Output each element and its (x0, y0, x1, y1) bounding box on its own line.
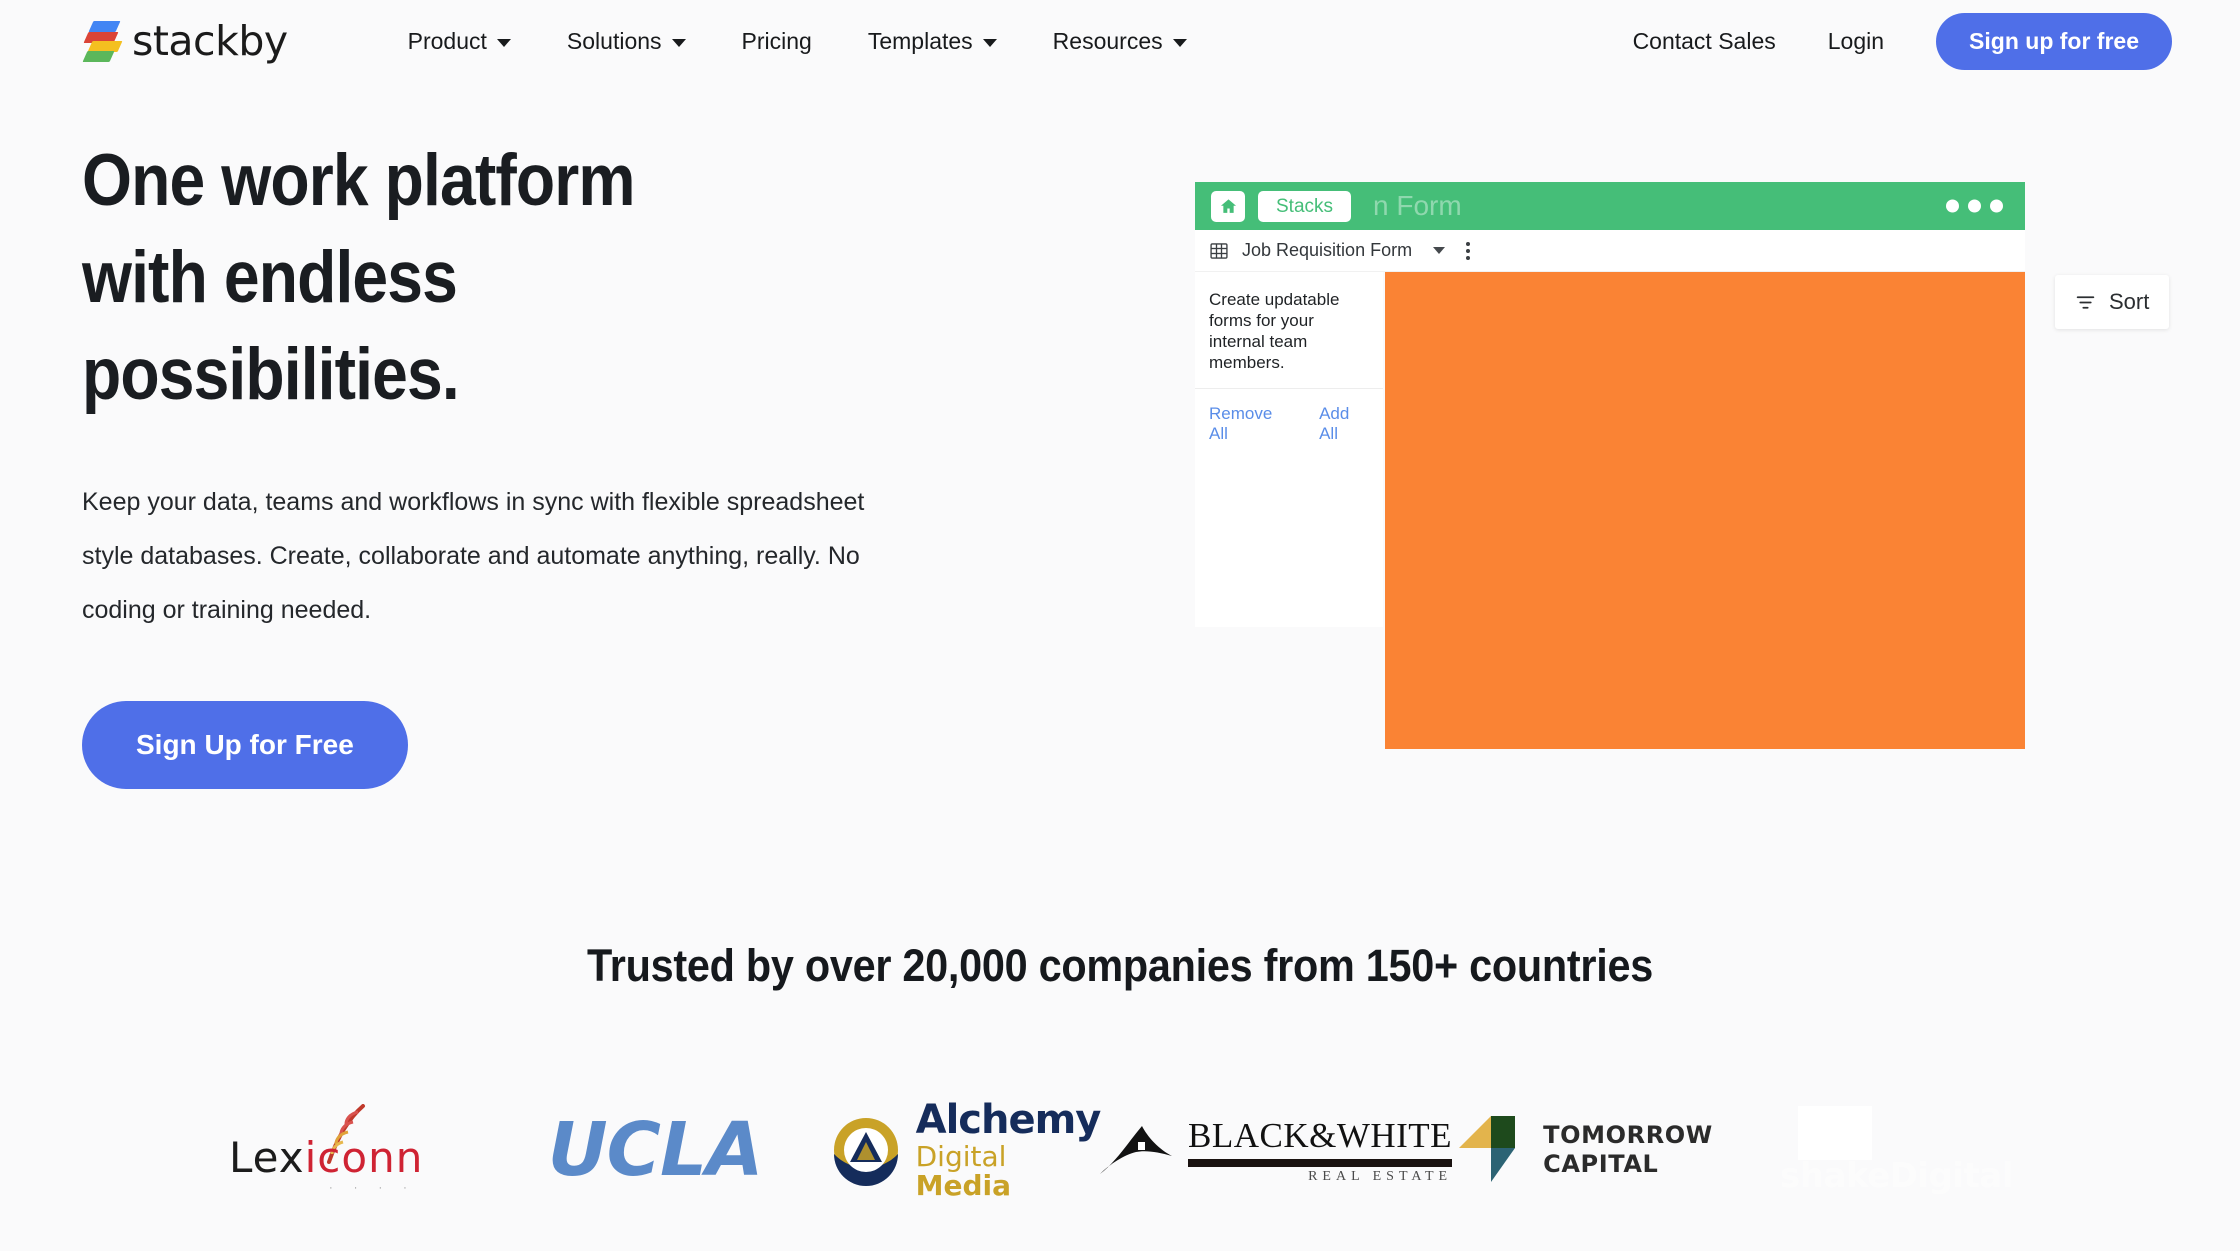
chevron-down-icon (496, 39, 511, 47)
hero-subtitle: Keep your data, teams and workflows in s… (82, 488, 865, 624)
chevron-down-icon (671, 39, 686, 47)
mockup-content-area (1385, 272, 2025, 749)
grid-icon (1210, 242, 1228, 259)
logo-tc-line1: TOMORROW (1543, 1120, 1713, 1149)
mockup-body: Create updatable forms for your internal… (1195, 272, 2025, 749)
home-icon[interactable] (1211, 190, 1245, 222)
mockup-panel-actions: Remove All Add All (1195, 389, 1383, 459)
mockup-topbar: Stacks n Form (1195, 182, 2025, 230)
nav-item-label: Templates (867, 27, 973, 54)
logo-bw-line1: BLACK&WHITE (1187, 1115, 1453, 1155)
trusted-heading: Trusted by over 20,000 companies from 15… (587, 940, 1653, 991)
page-title: One work platform with endless possibili… (82, 132, 856, 423)
logo-lexiconn-text-b: iconn (304, 1133, 424, 1182)
nav-item-label: Solutions (566, 27, 662, 54)
logo-tomorrow-capital: TOMORROW CAPITAL (1459, 1095, 1713, 1205)
sort-button[interactable]: Sort (2055, 275, 2170, 329)
window-dot (1968, 199, 1981, 213)
brand-name: stackby (132, 17, 288, 65)
login-link[interactable]: Login (1802, 18, 1910, 65)
more-vertical-icon[interactable] (1466, 241, 1471, 260)
brand-logo[interactable]: stackby (80, 17, 288, 65)
hero-section: One work platform with endless possibili… (82, 132, 962, 789)
logo-lexiconn-text-mid: x (278, 1133, 305, 1182)
logo-ucla: UCLA (530, 1095, 780, 1205)
logo-alchemy: Alchemy Digital Media (833, 1095, 1101, 1205)
tomorrow-capital-mark-icon (1459, 1116, 1516, 1182)
sort-button-label: Sort (2109, 289, 2150, 314)
logo-tc-line2: CAPITAL (1543, 1150, 1659, 1178)
mockup-faded-title: n Form (1373, 190, 1462, 221)
logo-bw-divider (1187, 1158, 1453, 1167)
sort-icon (2076, 295, 2095, 309)
nav-item-solutions[interactable]: Solutions (539, 18, 714, 65)
hero-signup-button[interactable]: Sign Up for Free (82, 701, 408, 789)
logo-ucla-text: UCLA (547, 1107, 764, 1193)
logo-alchemy-line1: Alchemy (915, 1097, 1102, 1144)
logo-shake-digital: shakeDigital (1770, 1095, 2020, 1205)
stacks-badge[interactable]: Stacks (1258, 190, 1352, 222)
chevron-down-icon[interactable] (1433, 247, 1446, 254)
chevron-down-icon (1172, 39, 1187, 47)
nav-item-label: Resources (1052, 27, 1163, 54)
nav-item-resources[interactable]: Resources (1025, 18, 1215, 65)
mockup-side-panel: Create updatable forms for your internal… (1195, 272, 1383, 627)
product-screenshot-mockup: Stacks n Form Job Requisition Form Creat… (1195, 182, 2025, 749)
remove-all-link[interactable]: Remove All (1209, 404, 1290, 444)
logo-black-and-white: BLACK&WHITE REAL ESTATE (1099, 1095, 1453, 1205)
main-navbar: stackby Product Solutions Pricing Templa… (0, 0, 2240, 82)
contact-sales-link[interactable]: Contact Sales (1607, 18, 1802, 65)
logo-shake-digital-mark (1798, 1106, 1872, 1160)
nav-item-product[interactable]: Product (380, 18, 539, 65)
hero-title-line-2: with endless (82, 237, 458, 318)
nav-links: Product Solutions Pricing Templates Reso… (380, 18, 1215, 65)
nav-item-templates[interactable]: Templates (840, 18, 1025, 65)
signup-button-nav[interactable]: Sign up for free (1936, 12, 2172, 70)
window-dot (1946, 199, 1959, 213)
logo-alchemy-line2a: Digital (915, 1139, 1007, 1173)
nav-item-pricing[interactable]: Pricing (714, 18, 840, 65)
nav-item-label: Pricing (741, 27, 812, 54)
client-logo-row: Lexiconn · · · · UCLA Alchemy Digital Me… (0, 1090, 2240, 1210)
mockup-view-name[interactable]: Job Requisition Form (1242, 240, 1412, 261)
window-controls[interactable] (1946, 199, 2003, 213)
nav-item-label: Product (407, 27, 487, 54)
hero-title-line-1: One work platform (82, 140, 635, 221)
logo-shake-digital-text: shakeDigital (1780, 1156, 2013, 1196)
logo-bw-line2: REAL ESTATE (1308, 1168, 1453, 1184)
mockup-panel-description: Create updatable forms for your internal… (1195, 272, 1383, 389)
stackby-logo-icon (80, 19, 123, 63)
logo-lexiconn-underdots: · · · · (329, 1182, 416, 1194)
add-all-link[interactable]: Add All (1319, 404, 1369, 444)
house-roof-icon (1099, 1126, 1172, 1174)
logo-lexiconn-text-a: Le (229, 1133, 279, 1182)
hero-title-line-3: possibilities. (82, 334, 460, 415)
mockup-toolbar: Job Requisition Form (1195, 230, 2025, 272)
nav-right-actions: Contact Sales Login Sign up for free (1607, 12, 2172, 70)
logo-alchemy-line2b: Media (915, 1168, 1012, 1202)
alchemy-mark-icon (833, 1118, 898, 1186)
landing-page: stackby Product Solutions Pricing Templa… (0, 0, 2240, 1251)
logo-lexiconn: Lexiconn · · · · (220, 1095, 470, 1205)
window-dot (1990, 199, 2003, 213)
chevron-down-icon (982, 39, 997, 47)
